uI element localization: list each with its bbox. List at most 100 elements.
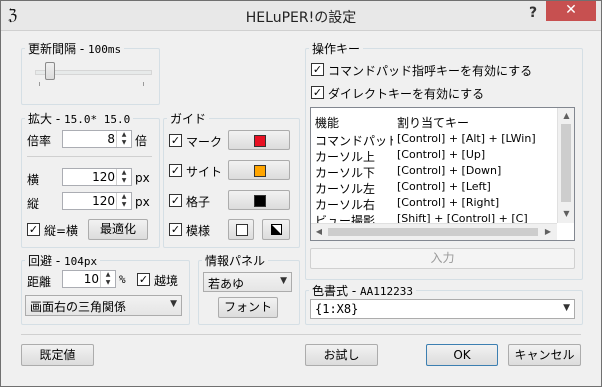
distance-stepper[interactable]: 10 ▲ ▼ xyxy=(62,270,116,288)
pattern-blank-button[interactable] xyxy=(228,219,254,240)
chevron-down-icon: ▼ xyxy=(170,299,177,309)
scroll-up-icon[interactable]: ▲ xyxy=(558,111,574,120)
list-item-function: カーソル左 xyxy=(315,182,376,196)
evade-mode-select[interactable]: 画面右の三角関係 ▼ xyxy=(25,295,182,316)
stepper-arrows-icon[interactable]: ▲ ▼ xyxy=(116,169,131,185)
list-item-key: [Control] + [Down] xyxy=(397,164,502,177)
list-item-function: コマンドパッド... xyxy=(315,134,393,148)
list-item-key: [Control] + [Alt] + [LWin] xyxy=(397,132,536,145)
guide-mark-checkbox[interactable]: ✓ xyxy=(169,134,182,147)
scrollbar-thumb[interactable] xyxy=(561,124,571,202)
help-button[interactable]: ? xyxy=(520,2,546,24)
list-item-function: カーソル上 xyxy=(315,150,376,164)
update-interval-label: 更新間隔 - 100ms xyxy=(25,40,125,57)
mark-color-button[interactable] xyxy=(228,130,290,150)
guide-mark-label: マーク xyxy=(186,135,223,149)
guide-pattern-label: 模様 xyxy=(186,224,211,238)
info-panel-label: 情報パネル xyxy=(202,252,269,269)
color-format-value: AA112233 xyxy=(359,285,413,298)
scale-unit: 倍 xyxy=(135,134,148,148)
evade-value: 104px xyxy=(63,255,98,268)
scrollbar-thumb[interactable] xyxy=(328,228,538,236)
list-item-function: カーソル下 xyxy=(315,166,376,180)
zoom-label: 拡大 - 15.0* 15.0 xyxy=(25,110,134,127)
scale-label: 倍率 xyxy=(27,134,52,148)
list-item-function: カーソル右 xyxy=(315,198,376,212)
try-button[interactable]: お試し xyxy=(305,344,378,366)
list-item-key: [Control] + [Right] xyxy=(397,196,500,209)
vertical-scrollbar[interactable]: ▲ ▼ xyxy=(557,108,574,223)
ok-button[interactable]: OK xyxy=(426,344,498,366)
stepper-arrows-icon[interactable]: ▲ ▼ xyxy=(100,271,115,287)
optimize-button[interactable]: 最適化 xyxy=(88,219,148,240)
lock-aspect-checkbox[interactable]: ✓ xyxy=(27,223,40,236)
site-color-swatch xyxy=(254,165,266,177)
key-assignment-list[interactable]: 機能 割り当てキー コマンドパッド... [Control] + [Alt] + … xyxy=(310,107,575,241)
distance-value: 10 xyxy=(83,272,99,286)
column-header-function[interactable]: 機能 xyxy=(315,114,393,131)
distance-label: 距離 xyxy=(27,275,52,289)
command-pad-label: コマンドパッド指呼キーを有効にする xyxy=(328,64,533,78)
direct-key-checkbox[interactable]: ✓ xyxy=(311,86,324,99)
column-header-key[interactable]: 割り当てキー xyxy=(397,114,469,131)
site-color-button[interactable] xyxy=(228,160,290,180)
guide-pattern-checkbox[interactable]: ✓ xyxy=(169,223,182,236)
color-format-input[interactable]: {1:X8} xyxy=(315,302,358,316)
guide-grid-label: 格子 xyxy=(186,195,211,209)
lock-aspect-label: 縦=横 xyxy=(44,224,79,238)
list-item-key: [Control] + [Left] xyxy=(397,180,491,193)
chevron-down-icon: ▼ xyxy=(280,276,287,286)
chevron-down-icon: ▼ xyxy=(563,303,570,313)
update-interval-value: 100ms xyxy=(87,43,122,56)
height-stepper[interactable]: 120 ▲ ▼ xyxy=(62,192,132,210)
stepper-arrows-icon[interactable]: ▲ ▼ xyxy=(116,193,131,209)
footer-divider xyxy=(21,334,581,335)
default-button[interactable]: 既定値 xyxy=(21,344,94,366)
list-item[interactable]: カーソル下 [Control] + [Down] xyxy=(311,164,556,180)
update-interval-slider-thumb[interactable] xyxy=(44,62,55,80)
window-title: HELuPER!の設定 xyxy=(245,10,357,26)
list-item-key: [Control] + [Up] xyxy=(397,148,486,161)
width-value: 120 xyxy=(92,170,115,184)
mark-color-swatch xyxy=(254,135,266,147)
horizontal-scrollbar[interactable]: ◀ ▶ xyxy=(311,223,557,240)
blank-pattern-icon xyxy=(236,224,248,236)
list-item[interactable]: カーソル右 [Control] + [Right] xyxy=(311,196,556,212)
evade-mode-value: 画面右の三角関係 xyxy=(30,300,127,314)
height-unit: px xyxy=(135,195,150,209)
pattern-diagonal-button[interactable] xyxy=(262,219,290,240)
guide-grid-checkbox[interactable]: ✓ xyxy=(169,194,182,207)
evade-label: 回避 - 104px xyxy=(25,252,101,269)
height-label: 縦 xyxy=(27,197,40,211)
cross-border-label: 越境 xyxy=(154,274,179,288)
scale-value: 8 xyxy=(107,132,115,146)
font-value: 若あゆ xyxy=(208,277,245,291)
font-button[interactable]: フォント xyxy=(218,297,278,318)
input-key-button[interactable]: 入力 xyxy=(310,248,575,269)
scale-stepper[interactable]: 8 ▲ ▼ xyxy=(62,130,132,148)
grid-color-button[interactable] xyxy=(228,190,290,210)
height-value: 120 xyxy=(92,194,115,208)
scroll-right-icon[interactable]: ▶ xyxy=(543,227,553,236)
color-format-select[interactable]: {1:X8} ▼ xyxy=(310,299,575,319)
direct-key-label: ダイレクトキーを有効にする xyxy=(328,87,485,101)
width-label: 横 xyxy=(27,173,40,187)
scroll-left-icon[interactable]: ◀ xyxy=(314,227,324,236)
distance-unit: % xyxy=(119,273,126,286)
cancel-button[interactable]: キャンセル xyxy=(508,344,581,366)
close-button[interactable]: ✕ xyxy=(546,0,596,21)
font-select[interactable]: 若あゆ ▼ xyxy=(203,272,292,292)
cross-border-checkbox[interactable]: ✓ xyxy=(137,273,150,286)
width-stepper[interactable]: 120 ▲ ▼ xyxy=(62,168,132,186)
command-pad-checkbox[interactable]: ✓ xyxy=(311,63,324,76)
slider-tick xyxy=(143,82,144,86)
list-item[interactable]: コマンドパッド... [Control] + [Alt] + [LWin] xyxy=(311,132,556,148)
guide-site-checkbox[interactable]: ✓ xyxy=(169,164,182,177)
zoom-value: 15.0* 15.0 xyxy=(63,113,131,126)
list-item[interactable]: カーソル上 [Control] + [Up] xyxy=(311,148,556,164)
keys-label: 操作キー xyxy=(309,40,364,57)
stepper-arrows-icon[interactable]: ▲ ▼ xyxy=(116,131,131,147)
scroll-down-icon[interactable]: ▼ xyxy=(558,209,574,218)
list-item[interactable]: カーソル左 [Control] + [Left] xyxy=(311,180,556,196)
close-icon: ✕ xyxy=(565,2,577,18)
